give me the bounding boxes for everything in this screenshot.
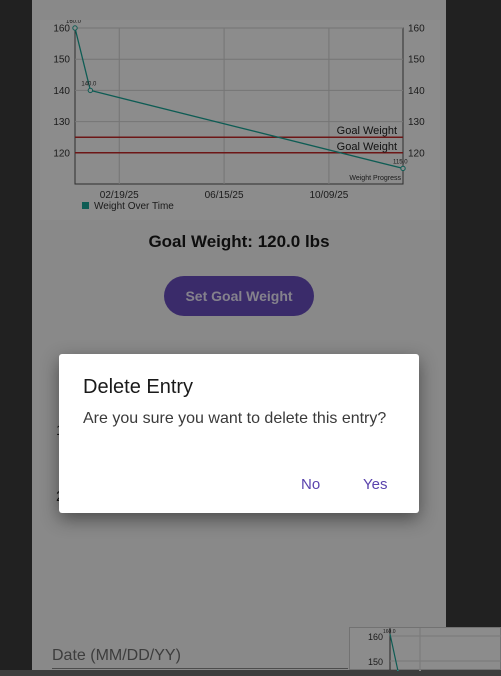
yes-button[interactable]: Yes [363,476,387,493]
modal-scrim[interactable] [0,0,501,670]
no-button[interactable]: No [301,476,320,493]
delete-entry-dialog: Delete Entry Are you sure you want to de… [59,354,419,513]
dialog-message: Are you sure you want to delete this ent… [83,410,387,427]
dialog-title: Delete Entry [83,376,194,398]
